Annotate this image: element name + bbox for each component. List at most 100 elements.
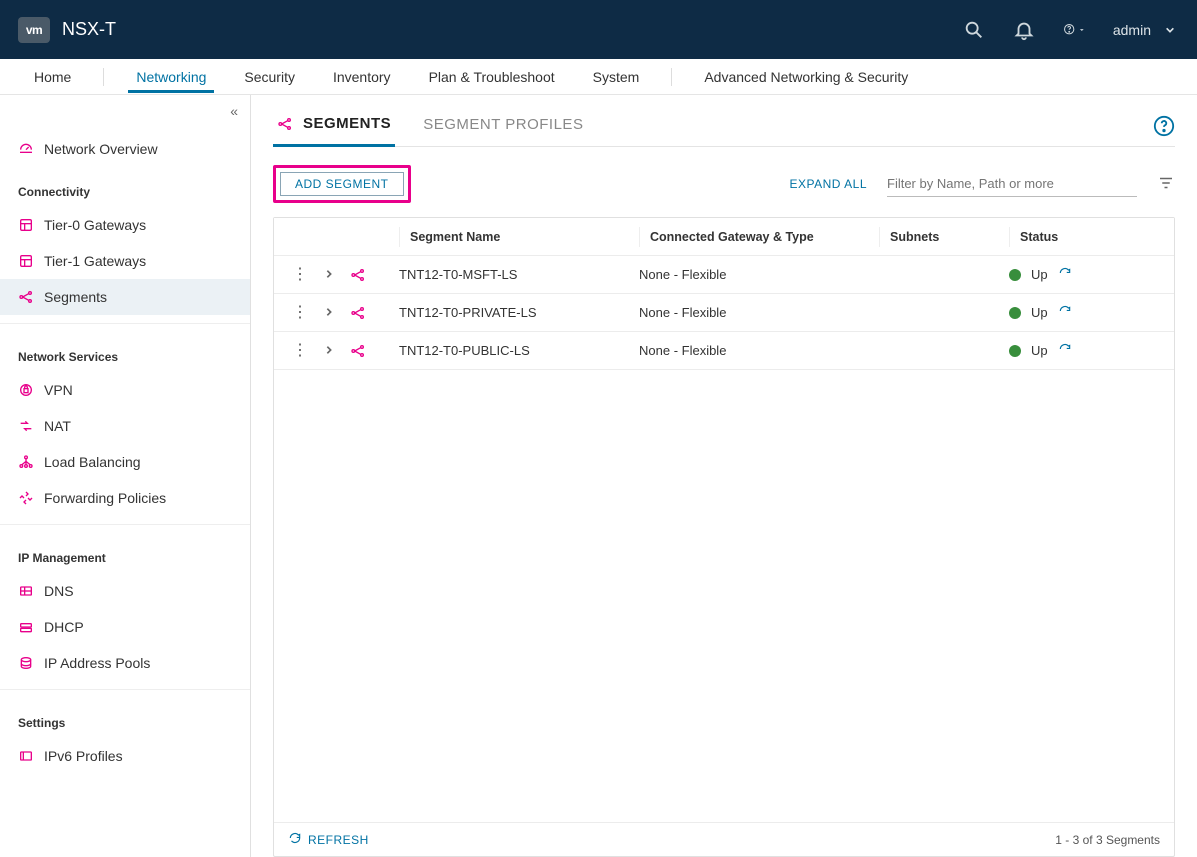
status-dot-icon <box>1009 307 1021 319</box>
sidebar-item-label: DNS <box>44 583 74 599</box>
segments-icon <box>350 305 366 321</box>
nav-inventory[interactable]: Inventory <box>317 61 407 92</box>
sidebar-item-label: Network Overview <box>44 141 158 157</box>
sidebar: « Network Overview Connectivity Tier-0 G… <box>0 95 251 857</box>
sidebar-item-ipv6[interactable]: IPv6 Profiles <box>0 738 250 774</box>
toolbar: ADD SEGMENT EXPAND ALL <box>273 165 1175 203</box>
bell-icon[interactable] <box>1013 19 1035 41</box>
tab-segment-profiles[interactable]: SEGMENT PROFILES <box>419 116 587 145</box>
nav-system[interactable]: System <box>577 61 656 92</box>
tab-segments[interactable]: SEGMENTS <box>273 115 395 147</box>
primary-nav: Home Networking Security Inventory Plan … <box>0 59 1197 95</box>
sidebar-heading-connectivity: Connectivity <box>0 167 250 207</box>
sidebar-item-label: Tier-0 Gateways <box>44 217 146 233</box>
filter-input[interactable] <box>887 171 1137 197</box>
status-dot-icon <box>1009 345 1021 357</box>
help-icon[interactable] <box>1063 19 1085 41</box>
refresh-row-icon[interactable] <box>1058 266 1072 283</box>
nav-separator <box>103 68 104 86</box>
forwarding-icon <box>18 490 34 506</box>
table-body: ⋮TNT12-T0-MSFT-LSNone - FlexibleUp⋮TNT12… <box>274 256 1174 370</box>
sidebar-item-pools[interactable]: IP Address Pools <box>0 645 250 681</box>
refresh-row-icon[interactable] <box>1058 342 1072 359</box>
gateway-icon <box>18 253 34 269</box>
sidebar-item-lb[interactable]: Load Balancing <box>0 444 250 480</box>
add-segment-button[interactable]: ADD SEGMENT <box>280 172 404 196</box>
filter-icon[interactable] <box>1157 174 1175 195</box>
refresh-row-icon[interactable] <box>1058 304 1072 321</box>
status-dot-icon <box>1009 269 1021 281</box>
sidebar-item-forwarding[interactable]: Forwarding Policies <box>0 480 250 516</box>
sidebar-item-vpn[interactable]: VPN <box>0 372 250 408</box>
sidebar-item-overview[interactable]: Network Overview <box>0 131 250 167</box>
sidebar-item-label: IPv6 Profiles <box>44 748 123 764</box>
nav-home[interactable]: Home <box>18 61 87 92</box>
sidebar-divider <box>0 524 250 525</box>
nav-advanced[interactable]: Advanced Networking & Security <box>688 61 924 92</box>
status-value: Up <box>1031 305 1048 320</box>
user-menu[interactable]: admin <box>1113 22 1175 38</box>
load-balancing-icon <box>18 454 34 470</box>
main-content: SEGMENTS SEGMENT PROFILES ADD SEGMENT EX… <box>251 95 1197 857</box>
top-bar: vm NSX-T admin <box>0 0 1197 59</box>
topbar-right: admin <box>963 19 1175 41</box>
table-row[interactable]: ⋮TNT12-T0-MSFT-LSNone - FlexibleUp <box>274 256 1174 294</box>
sidebar-item-tier0[interactable]: Tier-0 Gateways <box>0 207 250 243</box>
col-subnets: Subnets <box>890 230 939 244</box>
search-icon[interactable] <box>963 19 985 41</box>
sidebar-item-dhcp[interactable]: DHCP <box>0 609 250 645</box>
layout: « Network Overview Connectivity Tier-0 G… <box>0 95 1197 857</box>
product-name: NSX-T <box>62 19 116 40</box>
sidebar-item-label: Load Balancing <box>44 454 141 470</box>
nav-security[interactable]: Security <box>228 61 311 92</box>
dhcp-icon <box>18 619 34 635</box>
sidebar-item-tier1[interactable]: Tier-1 Gateways <box>0 243 250 279</box>
vpn-icon <box>18 382 34 398</box>
segments-icon <box>350 267 366 283</box>
sidebar-divider <box>0 323 250 324</box>
col-segment-name: Segment Name <box>410 230 500 244</box>
refresh-icon <box>288 831 302 848</box>
sidebar-heading-services: Network Services <box>0 332 250 372</box>
username: admin <box>1113 22 1151 38</box>
segments-table: Segment Name Connected Gateway & Type Su… <box>273 217 1175 857</box>
ipv6-icon <box>18 748 34 764</box>
chevron-down-icon <box>1165 25 1175 35</box>
sidebar-item-segments[interactable]: Segments <box>0 279 250 315</box>
sidebar-item-label: Segments <box>44 289 107 305</box>
refresh-button[interactable]: REFRESH <box>288 831 369 848</box>
row-menu-icon[interactable]: ⋮ <box>292 305 308 321</box>
tab-label: SEGMENT PROFILES <box>423 116 583 133</box>
sub-tabs: SEGMENTS SEGMENT PROFILES <box>273 115 1175 147</box>
gateway-value: None - Flexible <box>639 267 726 282</box>
segments-icon <box>18 289 34 305</box>
expand-row-icon[interactable] <box>324 268 334 282</box>
collapse-icon[interactable]: « <box>230 103 238 119</box>
col-status: Status <box>1020 230 1058 244</box>
table-row[interactable]: ⋮TNT12-T0-PRIVATE-LSNone - FlexibleUp <box>274 294 1174 332</box>
row-menu-icon[interactable]: ⋮ <box>292 343 308 359</box>
sidebar-item-dns[interactable]: DNS <box>0 573 250 609</box>
nav-networking[interactable]: Networking <box>120 61 222 92</box>
table-row[interactable]: ⋮TNT12-T0-PUBLIC-LSNone - FlexibleUp <box>274 332 1174 370</box>
col-gateway: Connected Gateway & Type <box>650 230 814 244</box>
sidebar-item-nat[interactable]: NAT <box>0 408 250 444</box>
brand: vm NSX-T <box>18 17 116 43</box>
expand-row-icon[interactable] <box>324 344 334 358</box>
table-header: Segment Name Connected Gateway & Type Su… <box>274 218 1174 256</box>
segments-icon <box>350 343 366 359</box>
row-menu-icon[interactable]: ⋮ <box>292 267 308 283</box>
sidebar-item-label: DHCP <box>44 619 84 635</box>
help-icon[interactable] <box>1153 115 1175 137</box>
nav-plan[interactable]: Plan & Troubleshoot <box>413 61 571 92</box>
sidebar-item-label: VPN <box>44 382 73 398</box>
ip-pool-icon <box>18 655 34 671</box>
table-footer: REFRESH 1 - 3 of 3 Segments <box>274 822 1174 856</box>
dashboard-icon <box>18 141 34 157</box>
sidebar-heading-ip: IP Management <box>0 533 250 573</box>
dns-icon <box>18 583 34 599</box>
expand-all-button[interactable]: EXPAND ALL <box>790 177 867 191</box>
sidebar-heading-settings: Settings <box>0 698 250 738</box>
expand-row-icon[interactable] <box>324 306 334 320</box>
chevron-down-icon <box>1079 25 1085 35</box>
